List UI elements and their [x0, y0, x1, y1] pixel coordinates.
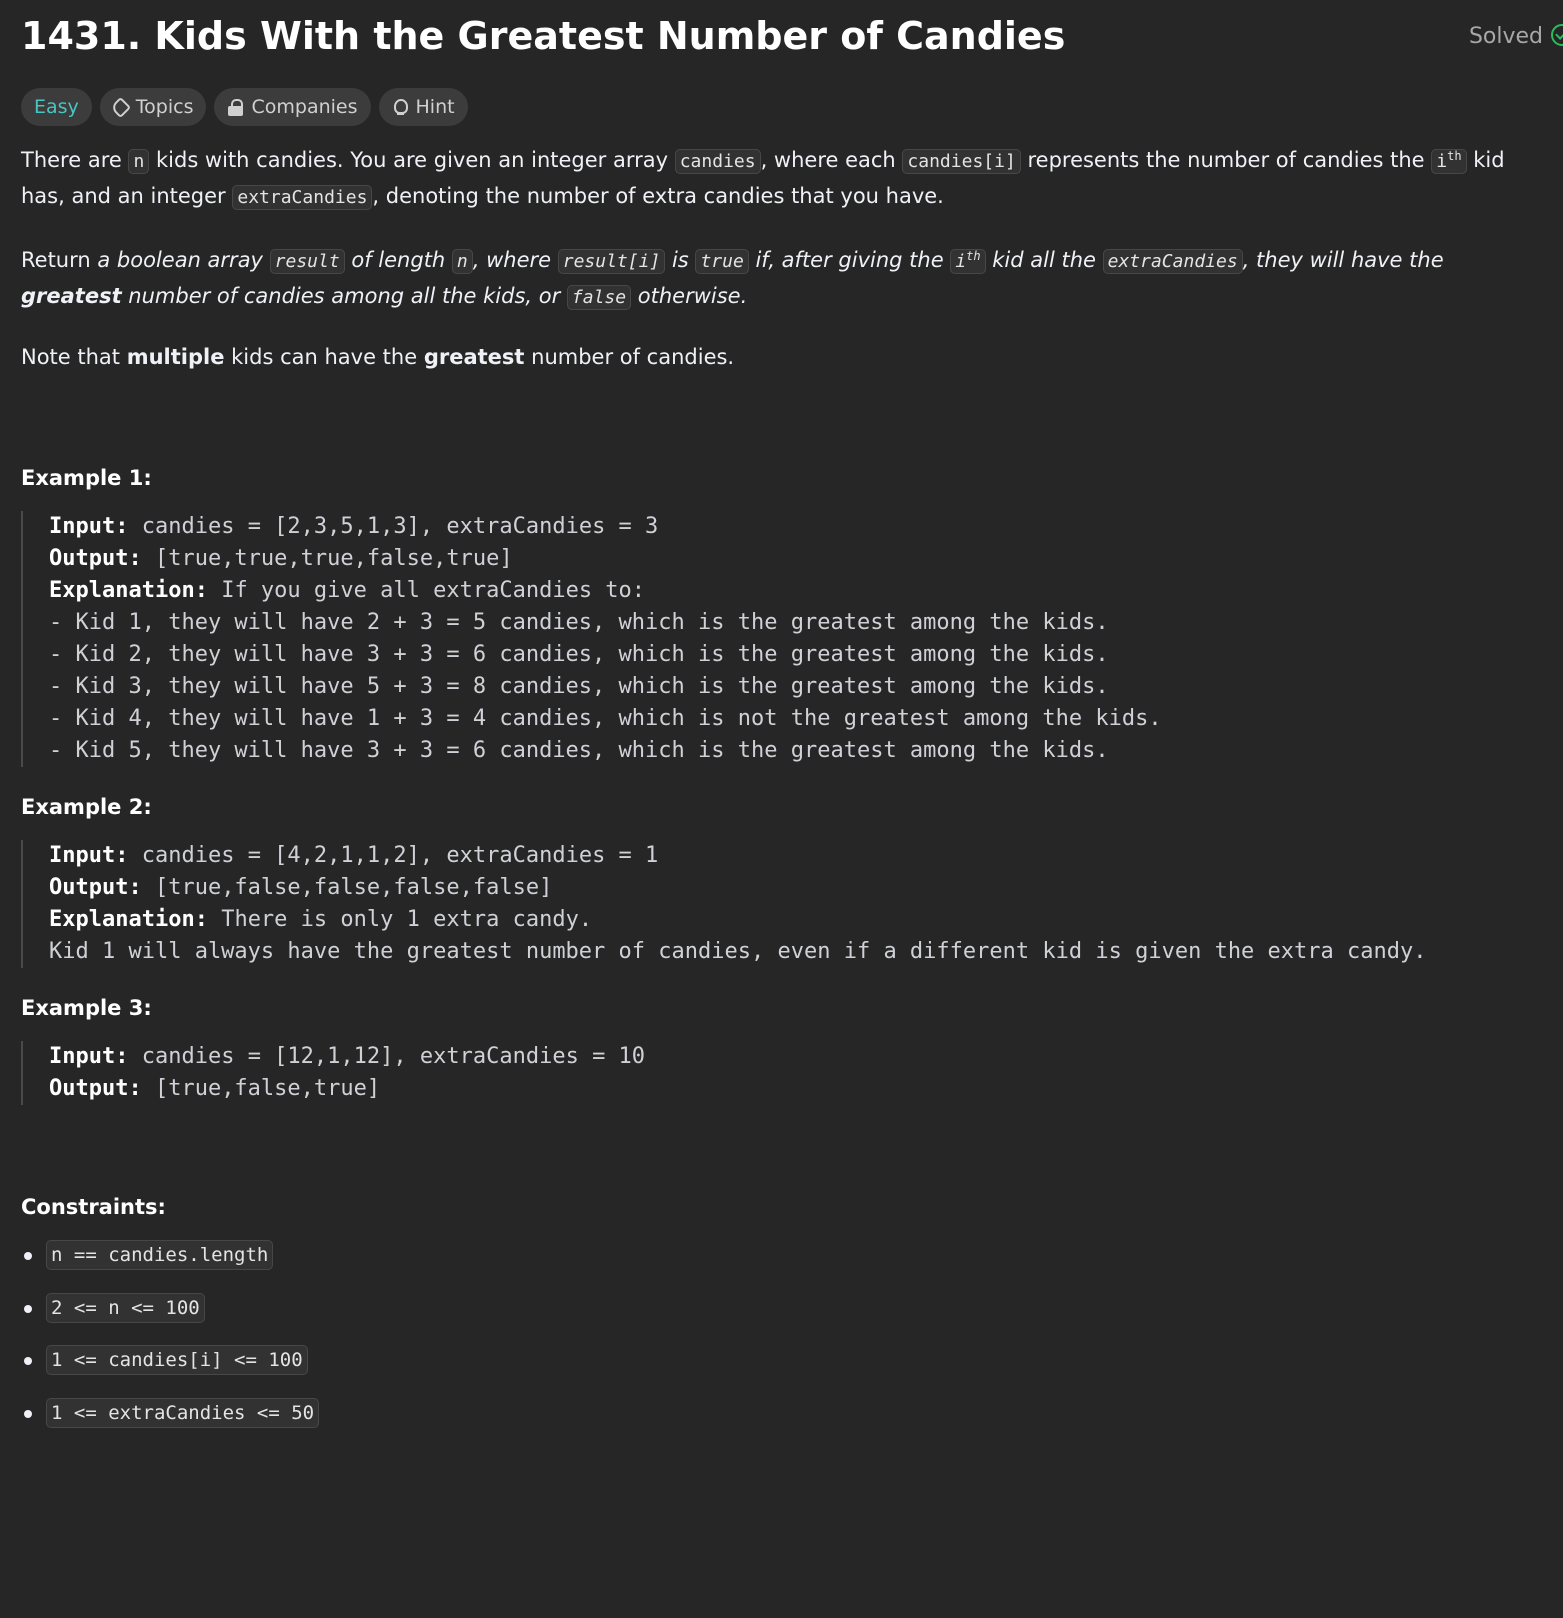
- inline-code: n: [128, 149, 150, 174]
- problem-title[interactable]: 1431. Kids With the Greatest Number of C…: [21, 14, 1065, 58]
- inline-code: result[i]: [557, 249, 666, 274]
- description-paragraph-2: Return a boolean array result of length …: [21, 248, 1444, 310]
- constraint-item: n == candies.length: [21, 1240, 1563, 1293]
- hint-button[interactable]: Hint: [378, 88, 468, 126]
- example-2-title: Example 2:: [21, 795, 152, 819]
- inline-code: extraCandies: [232, 185, 373, 210]
- example-1-title: Example 1:: [21, 466, 152, 490]
- constraint-item: 2 <= n <= 100: [21, 1292, 1563, 1346]
- example-2-block: Input: candies = [4,2,1,1,2], extraCandi…: [21, 840, 1563, 968]
- title-row: 1431. Kids With the Greatest Number of C…: [21, 0, 1563, 78]
- topics-label: Topics: [135, 96, 194, 118]
- example-3-block: Input: candies = [12,1,12], extraCandies…: [21, 1041, 1563, 1105]
- tag-icon: [109, 96, 131, 118]
- inline-code: result: [269, 249, 345, 274]
- inline-code: ith: [1431, 149, 1467, 174]
- inline-code: true: [695, 249, 749, 274]
- solved-status: Solved: [1469, 24, 1563, 49]
- inline-code: extraCandies: [1102, 249, 1243, 274]
- tag-row: Easy Topics Companies Hint: [21, 88, 1563, 126]
- problem-description-panel: 1431. Kids With the Greatest Number of C…: [21, 0, 1563, 1450]
- inline-code: n: [451, 249, 473, 274]
- companies-button[interactable]: Companies: [214, 88, 371, 126]
- difficulty-badge: Easy: [21, 88, 92, 126]
- inline-code: ith: [950, 249, 986, 274]
- inline-code: false: [566, 285, 632, 310]
- inline-code: candies[i]: [902, 149, 1021, 174]
- check-circle-icon: [1551, 24, 1563, 46]
- hint-label: Hint: [415, 96, 455, 118]
- constraints-list: n == candies.length 2 <= n <= 100 1 <= c…: [21, 1240, 1563, 1450]
- example-3-title: Example 3:: [21, 996, 152, 1020]
- constraints-title: Constraints:: [21, 1195, 166, 1219]
- lock-icon: [227, 99, 244, 116]
- inline-code: candies: [674, 149, 761, 174]
- lightbulb-icon: [392, 99, 408, 115]
- description-paragraph-3: Note that multiple kids can have the gre…: [21, 345, 735, 369]
- constraint-item: 1 <= candies[i] <= 100: [21, 1345, 1563, 1398]
- constraint-item: 1 <= extraCandies <= 50: [21, 1397, 1563, 1451]
- solved-label: Solved: [1468, 24, 1543, 49]
- companies-label: Companies: [251, 96, 358, 118]
- topics-button[interactable]: Topics: [99, 88, 207, 126]
- description-paragraph-1: There are n kids with candies. You are g…: [21, 148, 1505, 210]
- example-1-block: Input: candies = [2,3,5,1,3], extraCandi…: [21, 511, 1563, 767]
